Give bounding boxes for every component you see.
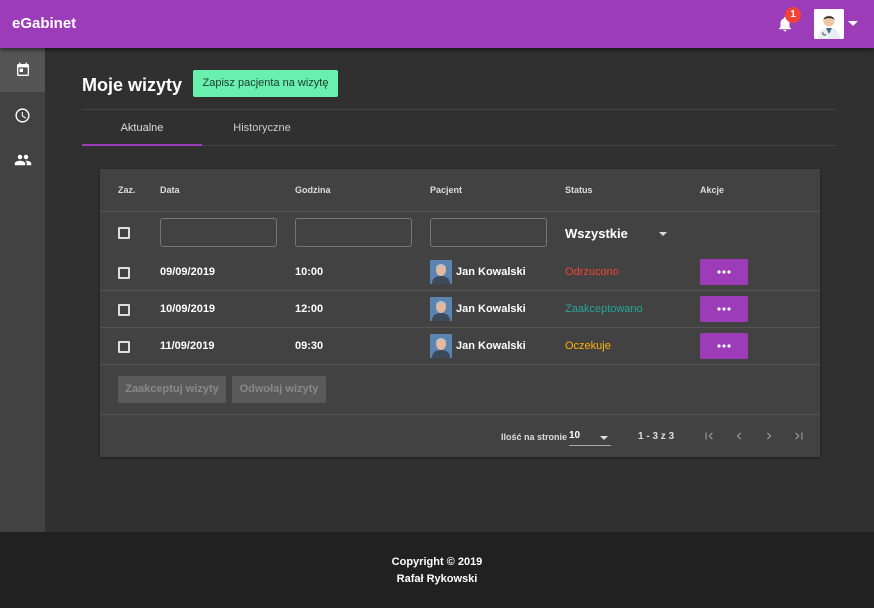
user-avatar[interactable] (814, 9, 844, 39)
select-all-checkbox[interactable] (118, 227, 130, 239)
table-row: 11/09/2019 09:30 Jan Kowalski Oczekuje (100, 328, 820, 365)
filter-row: Wszystkie (100, 212, 820, 254)
previous-page-button[interactable] (730, 427, 748, 445)
patient-avatar (430, 297, 452, 321)
column-header-date[interactable]: Data (160, 185, 180, 195)
cell-date: 11/09/2019 (160, 340, 215, 352)
bulk-actions-bar: Zaakceptuj wizyty Odwołaj wizyty (100, 365, 820, 415)
people-icon (14, 154, 31, 166)
cell-patient: Jan Kowalski (456, 266, 526, 278)
paginator: Ilość na stronie 10 1 - 3 z 3 (100, 416, 820, 457)
chevron-left-icon (736, 432, 741, 440)
chevron-down-icon[interactable] (600, 436, 608, 440)
top-app-bar: eGabinet 1 (0, 0, 874, 48)
table-row: 10/09/2019 12:00 Jan Kowalski Zaakceptow… (100, 291, 820, 328)
chevron-down-icon[interactable] (659, 232, 667, 236)
more-horizontal-icon (717, 307, 731, 311)
chevron-right-icon (767, 432, 772, 440)
sidebar-item-calendar[interactable] (0, 48, 45, 92)
cell-date: 09/09/2019 (160, 266, 216, 278)
patient-filter-input[interactable] (430, 218, 547, 247)
table-header: Zaz. Data Godzina Pacjent Status Akcje (100, 169, 820, 212)
sidebar (0, 48, 45, 532)
calendar-icon (16, 62, 29, 76)
chevron-down-icon[interactable] (848, 21, 858, 26)
row-checkbox[interactable] (118, 341, 130, 353)
first-page-button[interactable] (700, 427, 718, 445)
page-range-label: 1 - 3 z 3 (638, 431, 675, 442)
author-text: Rafał Rykowski (396, 573, 478, 585)
sidebar-item-history[interactable] (0, 93, 45, 137)
doctor-avatar-icon (814, 9, 844, 39)
column-header-select: Zaz. (118, 185, 136, 195)
more-horizontal-icon (717, 270, 731, 274)
column-header-actions: Akcje (700, 185, 725, 195)
sidebar-item-patients[interactable] (0, 138, 45, 182)
tab-current[interactable]: Aktualne (82, 110, 202, 146)
cell-time: 12:00 (295, 303, 324, 315)
row-actions-button[interactable] (700, 333, 748, 359)
footer: Copyright © 2019 Rafał Rykowski (0, 532, 874, 608)
cell-time: 10:00 (295, 266, 324, 278)
status-filter-select[interactable]: Wszystkie (565, 226, 628, 241)
more-horizontal-icon (717, 344, 731, 348)
table-row: 09/09/2019 10:00 Jan Kowalski Odrzucono (100, 254, 820, 291)
status-badge: Odrzucono (565, 266, 619, 278)
next-page-button[interactable] (760, 427, 778, 445)
column-header-patient[interactable]: Pacjent (430, 185, 462, 195)
add-appointment-button[interactable]: Zapisz pacjenta na wizytę (193, 70, 338, 97)
app-title[interactable]: eGabinet (12, 15, 76, 32)
status-badge: Oczekuje (565, 340, 611, 352)
cell-time: 09:30 (295, 340, 324, 352)
patient-avatar (430, 334, 452, 358)
last-page-icon (795, 432, 803, 440)
copyright-text: Copyright © 2019 (391, 556, 483, 568)
date-filter-input[interactable] (160, 218, 277, 247)
page-size-label: Ilość na stronie (501, 432, 568, 442)
patient-photo-icon (430, 334, 452, 358)
last-page-button[interactable] (790, 427, 808, 445)
row-actions-button[interactable] (700, 259, 748, 285)
patient-photo-icon (430, 297, 452, 321)
cancel-appointments-button[interactable]: Odwołaj wizyty (232, 376, 326, 403)
cell-date: 10/09/2019 (160, 303, 216, 315)
patient-avatar (430, 260, 452, 284)
column-header-status[interactable]: Status (565, 185, 593, 195)
cell-patient: Jan Kowalski (456, 303, 526, 315)
notification-badge: 1 (785, 7, 801, 23)
column-header-time[interactable]: Godzina (295, 185, 331, 195)
page-title: Moje wizyty (82, 75, 183, 95)
cell-patient: Jan Kowalski (456, 340, 526, 352)
status-badge: Zaakceptowano (565, 303, 643, 315)
accept-appointments-button[interactable]: Zaakceptuj wizyty (118, 376, 226, 403)
time-filter-input[interactable] (295, 218, 412, 247)
appointments-table: Zaz. Data Godzina Pacjent Status Akcje W… (100, 169, 820, 457)
tab-bar: Aktualne Historyczne (82, 110, 836, 146)
clock-icon (15, 107, 30, 123)
patient-photo-icon (430, 260, 452, 284)
first-page-icon (705, 432, 713, 440)
row-checkbox[interactable] (118, 267, 130, 279)
row-actions-button[interactable] (700, 296, 748, 322)
tab-history[interactable]: Historyczne (202, 110, 322, 146)
tab-active-indicator (82, 144, 202, 146)
row-checkbox[interactable] (118, 304, 130, 316)
